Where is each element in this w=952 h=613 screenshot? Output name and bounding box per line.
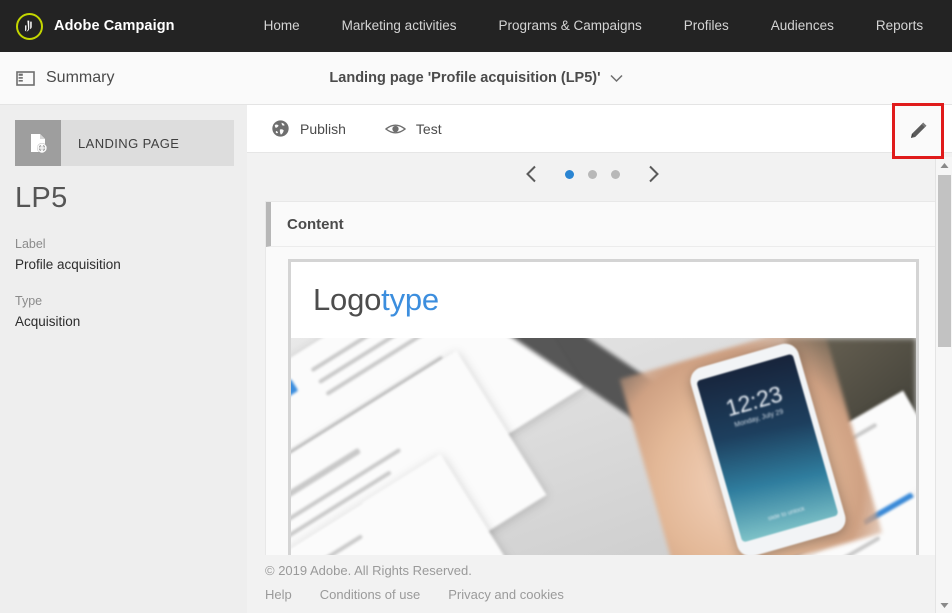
adobe-campaign-logo-icon [16,12,43,40]
chevron-left-icon [525,165,536,183]
summary-layout-icon [16,71,35,86]
pencil-edit-icon [911,122,927,138]
nav-home[interactable]: Home [243,0,321,52]
footer-link-help[interactable]: Help [265,587,292,602]
content-panel: Content Logo type 12:23 Monday, July 29 … [265,201,937,557]
brand-name: Adobe Campaign [54,18,175,34]
carousel-dot-2[interactable] [587,169,597,179]
main-content-area: Publish Test Content Logo type 12:23 Mon… [247,105,952,613]
top-nav-items: Home Marketing activities Programs & Cam… [243,0,944,52]
test-button[interactable]: Test [379,117,448,141]
chevron-down-icon[interactable] [610,74,623,83]
top-navigation-bar: Adobe Campaign Home Marketing activities… [0,0,952,52]
landing-page-document-globe-icon [15,120,61,166]
footer-link-privacy[interactable]: Privacy and cookies [448,587,564,602]
scroll-up-arrow-icon[interactable] [936,157,952,173]
brand[interactable]: Adobe Campaign [16,12,175,40]
type-field-caption: Type [15,294,43,308]
preview-logo-text-primary: Logo [313,282,382,317]
nav-marketing-activities[interactable]: Marketing activities [321,0,478,52]
landing-page-badge: LANDING PAGE [15,120,234,166]
footer-links: Help Conditions of use Privacy and cooki… [265,587,952,602]
landing-page-preview[interactable]: Logo type 12:23 Monday, July 29 slide to… [288,259,919,556]
phone-lockscreen-unlock: slide to unlock [767,506,806,523]
page-footer: © 2019 Adobe. All Rights Reserved. Help … [247,555,952,613]
summary-button[interactable]: Summary [16,52,114,104]
label-field-caption: Label [15,237,46,251]
eye-icon [384,123,406,134]
carousel-dot-1[interactable] [564,169,574,179]
preview-logo-text-secondary: type [381,282,439,317]
left-sidebar: LANDING PAGE LP5 Label Profile acquisiti… [0,105,247,613]
scroll-down-arrow-icon[interactable] [936,597,952,613]
application-window: Adobe Campaign Home Marketing activities… [0,0,952,613]
nav-profiles[interactable]: Profiles [663,0,750,52]
sub-header-bar: Summary Landing page 'Profile acquisitio… [0,52,952,159]
type-field-value: Acquisition [15,314,81,329]
nav-audiences[interactable]: Audiences [750,0,855,52]
content-section-title: Content [287,215,344,233]
publish-button[interactable]: Publish [265,115,352,142]
publish-label: Publish [300,120,346,137]
nav-programs-campaigns[interactable]: Programs & Campaigns [477,0,662,52]
globe-icon [272,120,289,137]
nav-reports[interactable]: Reports [855,0,944,52]
summary-label: Summary [46,69,115,86]
copyright-text: © 2019 Adobe. All Rights Reserved. [265,563,472,578]
content-carousel-pager [247,153,937,195]
preview-hero-image: 12:23 Monday, July 29 slide to unlock [291,338,916,556]
preview-logo: Logo type [291,262,916,338]
page-title-area: Landing page 'Profile acquisition (LP5)' [0,52,952,104]
edit-button[interactable] [892,103,944,159]
page-title[interactable]: Landing page 'Profile acquisition (LP5)' [329,70,600,86]
vertical-scrollbar[interactable] [935,157,952,613]
record-title: LP5 [15,182,68,214]
footer-link-conditions[interactable]: Conditions of use [320,587,420,602]
scrollbar-thumb[interactable] [938,175,951,347]
carousel-prev-button[interactable] [517,161,546,187]
landing-page-badge-label: LANDING PAGE [78,135,180,151]
test-label: Test [415,120,442,137]
carousel-dot-3[interactable] [610,169,620,179]
carousel-dots [558,169,627,179]
content-toolbar: Publish Test [247,105,952,153]
carousel-next-button[interactable] [639,161,668,187]
label-field-value: Profile acquisition [15,257,121,272]
chevron-right-icon [648,165,659,183]
content-panel-header: Content [266,202,936,247]
